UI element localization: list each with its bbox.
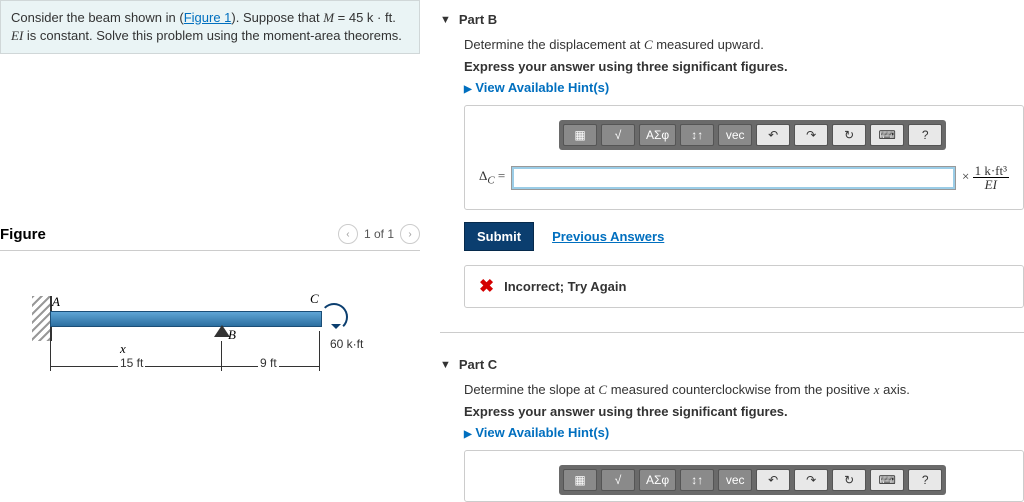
moment-value: 60 k·ft <box>330 337 363 351</box>
problem-text-3: is constant. Solve this problem using th… <box>23 28 402 43</box>
tb-undo-icon[interactable]: ↶ <box>756 469 790 491</box>
submit-button[interactable]: Submit <box>464 222 534 251</box>
pager-text: 1 of 1 <box>364 227 394 241</box>
tb-greek-button[interactable]: ΑΣφ <box>639 469 676 491</box>
triangle-right-icon: ▶ <box>464 84 472 95</box>
part-b-answer-box: ▦ √ ΑΣφ ↕↑ vec ↶ ↷ ↻ ⌨ ? ΔC = × 1 k· <box>464 105 1024 210</box>
tb-arrows-button[interactable]: ↕↑ <box>680 124 714 146</box>
part-c-instruction: Express your answer using three signific… <box>464 404 1024 419</box>
fixed-support-icon <box>32 296 52 341</box>
part-b-title: Part B <box>459 12 497 27</box>
pc-var-c: C <box>598 382 607 397</box>
figure-pager: ‹ 1 of 1 › <box>338 224 420 244</box>
pc-suffix: axis. <box>879 382 909 397</box>
pb-prefix: Determine the displacement at <box>464 37 644 52</box>
feedback-text: Incorrect; Try Again <box>504 279 626 294</box>
tb-help-icon[interactable]: ? <box>908 469 942 491</box>
part-c-answer-box: ▦ √ ΑΣφ ↕↑ vec ↶ ↷ ↻ ⌨ ? <box>464 450 1024 502</box>
tb-templates-icon[interactable]: ▦ <box>563 469 597 491</box>
pager-next-icon[interactable]: › <box>400 224 420 244</box>
dim-9ft: 9 ft <box>258 356 279 370</box>
var-M: M <box>323 10 334 25</box>
tb-greek-button[interactable]: ΑΣφ <box>639 124 676 146</box>
tb-undo-icon[interactable]: ↶ <box>756 124 790 146</box>
var-EI: EI <box>11 28 23 43</box>
part-divider <box>440 332 1024 333</box>
problem-statement: Consider the beam shown in (Figure 1). S… <box>0 0 420 54</box>
pc-prefix: Determine the slope at <box>464 382 598 397</box>
part-b-unit: × 1 k·ft³EI <box>962 164 1009 191</box>
figure-link[interactable]: Figure 1 <box>184 10 232 25</box>
pc-mid: measured counterclockwise from the posit… <box>607 382 874 397</box>
tb-templates-icon[interactable]: ▦ <box>563 124 597 146</box>
dim-15ft: 15 ft <box>118 356 145 370</box>
label-x: x <box>120 341 126 357</box>
label-C: C <box>310 291 319 307</box>
part-b-answer-input[interactable] <box>511 166 956 190</box>
equation-toolbar-c: ▦ √ ΑΣφ ↕↑ vec ↶ ↷ ↻ ⌨ ? <box>559 465 946 495</box>
tb-reset-icon[interactable]: ↻ <box>832 469 866 491</box>
tb-help-icon[interactable]: ? <box>908 124 942 146</box>
eq-value: = 45 k · ft. <box>334 10 396 25</box>
pb-suffix: measured upward. <box>653 37 764 52</box>
tb-keyboard-icon[interactable]: ⌨ <box>870 469 904 491</box>
tb-reset-icon[interactable]: ↻ <box>832 124 866 146</box>
beam-figure: A C B x 60 k·ft 15 ft 9 ft <box>0 271 420 431</box>
problem-text-1: Consider the beam shown in ( <box>11 10 184 25</box>
part-c-hints-link[interactable]: ▶ View Available Hint(s) <box>464 425 1024 440</box>
part-c-title: Part C <box>459 357 497 372</box>
feedback-box: ✖ Incorrect; Try Again <box>464 265 1024 308</box>
tb-vec-button[interactable]: vec <box>718 469 752 491</box>
pb-var: C <box>644 37 653 52</box>
tb-keyboard-icon[interactable]: ⌨ <box>870 124 904 146</box>
figure-divider <box>0 250 420 251</box>
part-b-prompt: Determine the displacement at C measured… <box>464 37 1024 53</box>
part-c-prompt: Determine the slope at C measured counte… <box>464 382 1024 398</box>
previous-answers-link[interactable]: Previous Answers <box>552 229 664 244</box>
pc-hints-text: View Available Hint(s) <box>475 425 609 440</box>
tb-redo-icon[interactable]: ↷ <box>794 124 828 146</box>
part-c-header[interactable]: ▼ Part C <box>440 357 1024 372</box>
delta-c-label: ΔC = <box>479 168 505 187</box>
pager-prev-icon[interactable]: ‹ <box>338 224 358 244</box>
tb-sqrt-icon[interactable]: √ <box>601 469 635 491</box>
tb-redo-icon[interactable]: ↷ <box>794 469 828 491</box>
label-A: A <box>52 294 60 310</box>
pb-hints-text: View Available Hint(s) <box>475 80 609 95</box>
part-b-instruction: Express your answer using three signific… <box>464 59 1024 74</box>
problem-text-2: ). Suppose that <box>231 10 323 25</box>
beam-bar <box>50 311 322 327</box>
tb-vec-button[interactable]: vec <box>718 124 752 146</box>
triangle-right-icon: ▶ <box>464 429 472 440</box>
equation-toolbar: ▦ √ ΑΣφ ↕↑ vec ↶ ↷ ↻ ⌨ ? <box>559 120 946 150</box>
tb-arrows-button[interactable]: ↕↑ <box>680 469 714 491</box>
part-b-header[interactable]: ▼ Part B <box>440 12 1024 27</box>
incorrect-x-icon: ✖ <box>479 276 494 297</box>
moment-arrow-head-icon <box>331 324 341 329</box>
figure-title: Figure <box>0 226 46 243</box>
tb-sqrt-icon[interactable]: √ <box>601 124 635 146</box>
part-b-hints-link[interactable]: ▶ View Available Hint(s) <box>464 80 1024 95</box>
label-B: B <box>228 327 236 343</box>
caret-down-icon: ▼ <box>440 14 451 26</box>
caret-down-icon: ▼ <box>440 359 451 371</box>
